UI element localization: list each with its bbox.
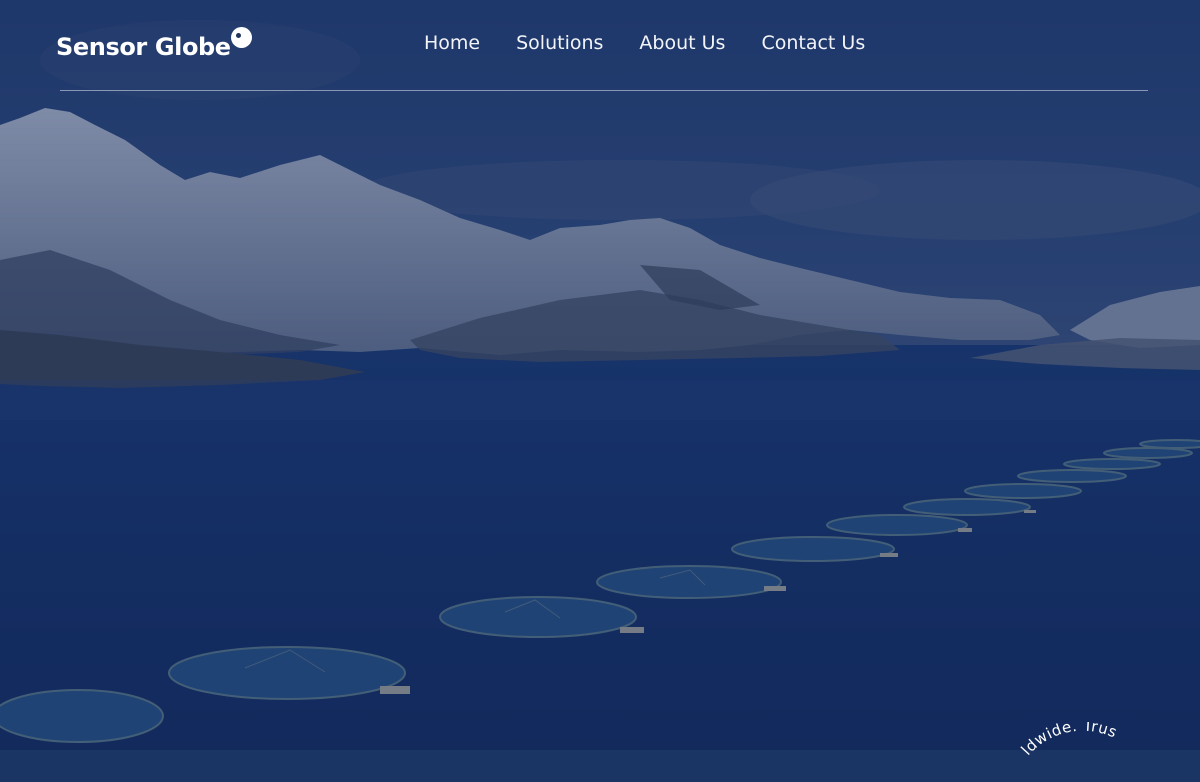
header-divider bbox=[60, 90, 1148, 91]
badge-text: ldwide. Trus bbox=[1018, 722, 1120, 759]
site-header: Sensor Globe Home Solutions About Us Con… bbox=[0, 0, 1200, 91]
brand-name: Sensor Globe bbox=[56, 33, 231, 61]
svg-text:ldwide. Trus: ldwide. Trus bbox=[1018, 722, 1120, 759]
nav-link-contact-us[interactable]: Contact Us bbox=[761, 30, 865, 56]
nav-link-home[interactable]: Home bbox=[424, 30, 480, 56]
nav-link-about-us[interactable]: About Us bbox=[639, 30, 725, 56]
brand-logo[interactable]: Sensor Globe bbox=[56, 27, 252, 64]
hero-background-image bbox=[0, 0, 1200, 750]
globe-dot-icon bbox=[230, 27, 252, 48]
main-navigation: Home Solutions About Us Contact Us bbox=[424, 30, 865, 56]
circular-badge: ldwide. Trus bbox=[1018, 722, 1120, 759]
nav-link-solutions[interactable]: Solutions bbox=[516, 30, 603, 56]
